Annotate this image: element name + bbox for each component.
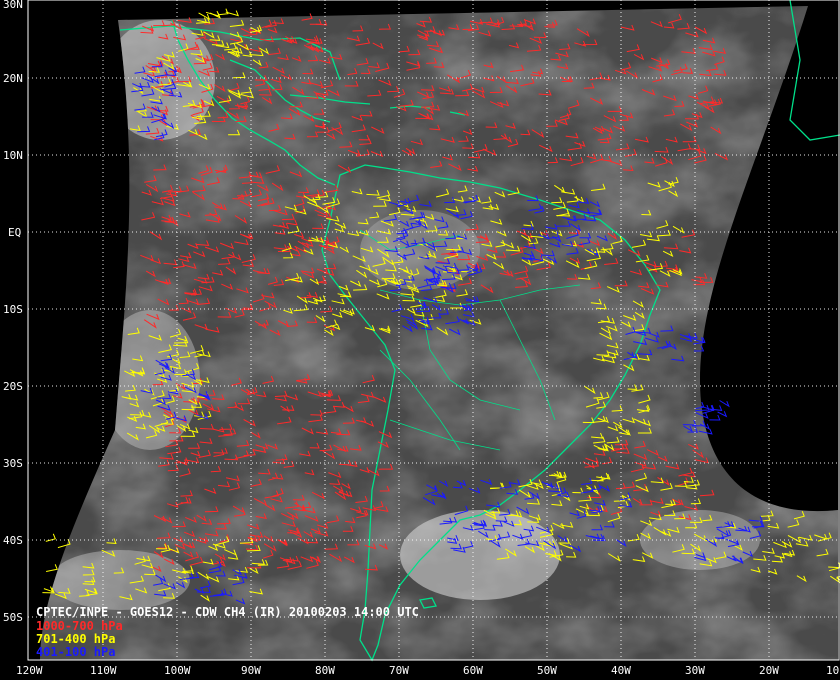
wind-barb xyxy=(209,12,221,19)
latitude-labels: 30N 20N 10N EQ 10S 20S 30S 40S 50S xyxy=(3,0,23,624)
legend-layer-low: 1000-700 hPa xyxy=(36,619,123,633)
lat-label: 10S xyxy=(3,303,23,316)
map-canvas: 30N 20N 10N EQ 10S 20S 30S 40S 50S 120W … xyxy=(3,0,840,677)
satellite-wind-map: 30N 20N 10N EQ 10S 20S 30S 40S 50S 120W … xyxy=(0,0,840,680)
wind-barb xyxy=(43,586,54,593)
lon-label: 110W xyxy=(90,664,117,677)
lon-label: 30W xyxy=(685,664,705,677)
lon-label: 40W xyxy=(611,664,631,677)
wind-barb xyxy=(218,8,229,16)
lat-label: 40S xyxy=(3,534,23,547)
lat-label: 50S xyxy=(3,611,23,624)
lon-label: 100W xyxy=(164,664,191,677)
lat-label: 30N xyxy=(3,0,23,11)
lat-label: 10N xyxy=(3,149,23,162)
lon-label: 120W xyxy=(16,664,43,677)
lon-label: 10 xyxy=(826,664,839,677)
legend-layer-mid: 701-400 hPa xyxy=(36,632,115,646)
lon-label: 60W xyxy=(463,664,483,677)
lat-label: 20N xyxy=(3,72,23,85)
lon-label: 20W xyxy=(759,664,779,677)
wind-barb xyxy=(719,400,730,408)
wind-barb xyxy=(709,414,721,421)
longitude-labels: 120W 110W 100W 90W 80W 70W 60W 50W 40W 3… xyxy=(16,664,839,677)
wind-barb xyxy=(717,411,728,418)
caption-title: CPTEC/INPE - GOES12 - CDW CH4 (IR) 20100… xyxy=(36,605,419,619)
lon-label: 70W xyxy=(389,664,409,677)
lat-label: 20S xyxy=(3,380,23,393)
lat-label: 30S xyxy=(3,457,23,470)
wind-barb xyxy=(46,564,58,572)
legend-layer-high: 401-100 hPa xyxy=(36,645,115,659)
wind-barb xyxy=(225,10,240,17)
wind-barb xyxy=(45,533,56,542)
lon-label: 80W xyxy=(315,664,335,677)
lat-label: EQ xyxy=(8,226,21,239)
lon-label: 90W xyxy=(241,664,261,677)
lon-label: 50W xyxy=(537,664,557,677)
